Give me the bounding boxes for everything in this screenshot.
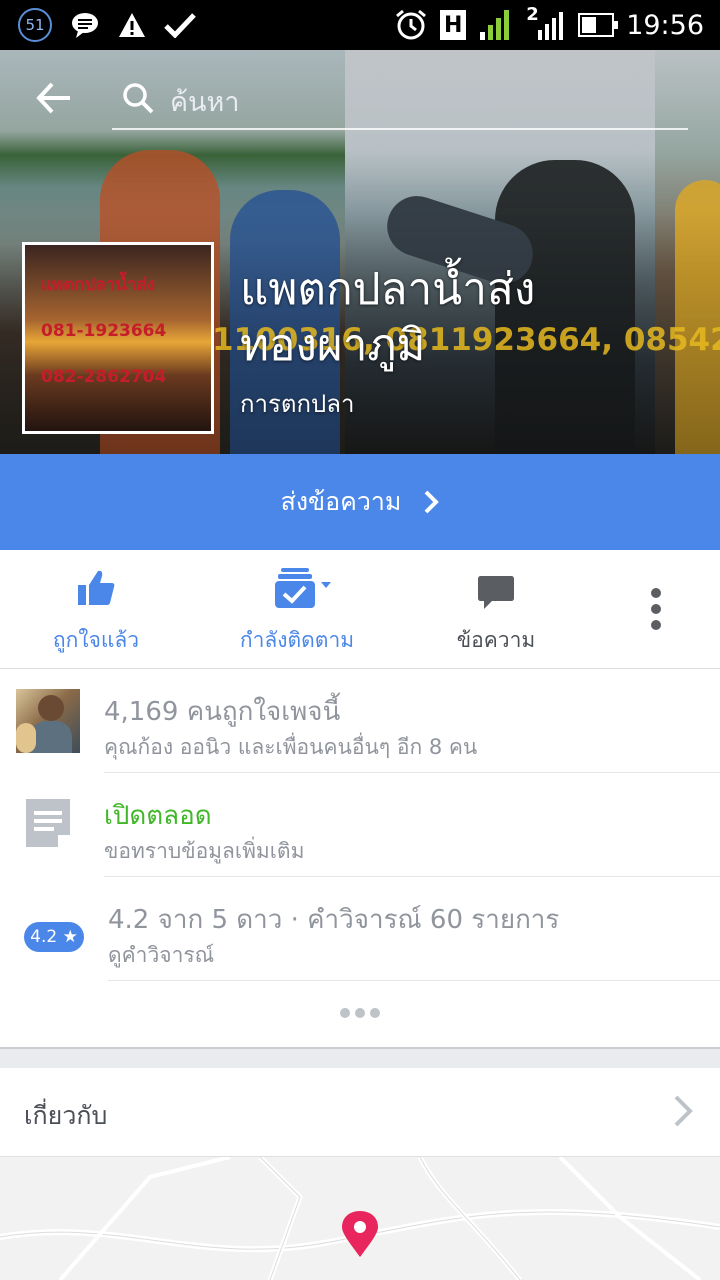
- more-options-icon[interactable]: [642, 588, 670, 638]
- see-reviews-link[interactable]: ดูคำวิจารณ์: [108, 939, 214, 972]
- profile-picture[interactable]: แพตกปลาน้ำส่ง 081-1923664 082-2862704: [22, 242, 214, 434]
- map-pin-icon: [342, 1211, 378, 1257]
- likes-row[interactable]: 4,169 คนถูกใจเพจนี้ คุณก้อง ออนิว และเพื…: [0, 669, 720, 773]
- like-button[interactable]: ถูกใจแล้ว: [36, 550, 156, 668]
- chevron-right-icon: [674, 1095, 693, 1127]
- warning-icon: [119, 13, 145, 37]
- search-bar[interactable]: ค้นหา: [112, 68, 688, 130]
- message-icon: [478, 576, 514, 609]
- clock: 19:56: [626, 9, 704, 41]
- message-action-button[interactable]: ข้อความ: [436, 550, 556, 668]
- battery-icon: [578, 13, 619, 37]
- profile-text-line: 081-1923664: [41, 321, 167, 341]
- hours-row[interactable]: เปิดตลอด ขอทราบข้อมูลเพิ่มเติม: [0, 773, 720, 877]
- friend-avatar: [16, 689, 80, 753]
- about-label: เกี่ยวกับ: [24, 1101, 108, 1130]
- profile-text-line: 082-2862704: [41, 367, 167, 387]
- send-message-button[interactable]: ส่งข้อความ: [0, 454, 720, 550]
- network-type-icon: H: [440, 10, 467, 40]
- page-info-card: 4,169 คนถูกใจเพจนี้ คุณก้อง ออนิว และเพื…: [0, 669, 720, 1049]
- search-input[interactable]: ค้นหา: [170, 80, 239, 123]
- status-bar: 51 H 2 19:56: [0, 0, 720, 50]
- profile-text-line: แพตกปลาน้ำส่ง: [41, 275, 156, 295]
- like-label: ถูกใจแล้ว: [52, 628, 140, 652]
- notification-count-badge: 51: [18, 8, 52, 42]
- chevron-right-icon: [425, 490, 440, 514]
- rating-row[interactable]: 4.2 ★ 4.2 จาก 5 ดาว · คำวิจารณ์ 60 รายกา…: [0, 877, 720, 981]
- likes-count: 4,169 คนถูกใจเพจนี้: [104, 697, 341, 727]
- action-bar: ถูกใจแล้ว กำลังติดตาม ข้อความ: [0, 550, 720, 669]
- about-section-row[interactable]: เกี่ยวกับ: [0, 1068, 720, 1157]
- following-button[interactable]: กำลังติดตาม: [222, 550, 372, 668]
- following-icon: [275, 568, 331, 608]
- hours-status: เปิดตลอด: [104, 801, 212, 831]
- alarm-icon: [396, 9, 427, 40]
- rating-badge: 4.2 ★: [24, 922, 84, 952]
- back-arrow-icon[interactable]: [36, 82, 72, 114]
- top-nav: ค้นหา: [0, 68, 720, 130]
- map-preview[interactable]: [0, 1157, 720, 1280]
- cover-photo: 1100316, 0811923664, 08542 ค้นหา แพตกปลา…: [0, 50, 720, 454]
- page-title: แพตกปลาน้ำส่ง ทองผาภูมิ: [240, 264, 536, 371]
- more-info-dots-icon[interactable]: [340, 1008, 382, 1020]
- following-label: กำลังติดตาม: [239, 628, 355, 652]
- like-icon: [78, 570, 115, 605]
- search-icon: [123, 83, 154, 114]
- message-icon: [72, 13, 98, 38]
- sim2-signal-icon: 2: [526, 4, 566, 42]
- friends-like-text: คุณก้อง ออนิว และเพื่อนคนอื่นๆ อีก 8 คน: [104, 735, 478, 759]
- rating-summary: 4.2 จาก 5 ดาว · คำวิจารณ์ 60 รายการ: [108, 905, 560, 935]
- send-message-label: ส่งข้อความ: [280, 487, 402, 516]
- info-icon: [26, 799, 70, 847]
- message-label: ข้อความ: [456, 628, 536, 652]
- more-info-link[interactable]: ขอทราบข้อมูลเพิ่มเติม: [104, 835, 304, 868]
- check-icon: [164, 13, 196, 38]
- signal-icon: [480, 10, 510, 40]
- page-category[interactable]: การตกปลา: [240, 384, 354, 423]
